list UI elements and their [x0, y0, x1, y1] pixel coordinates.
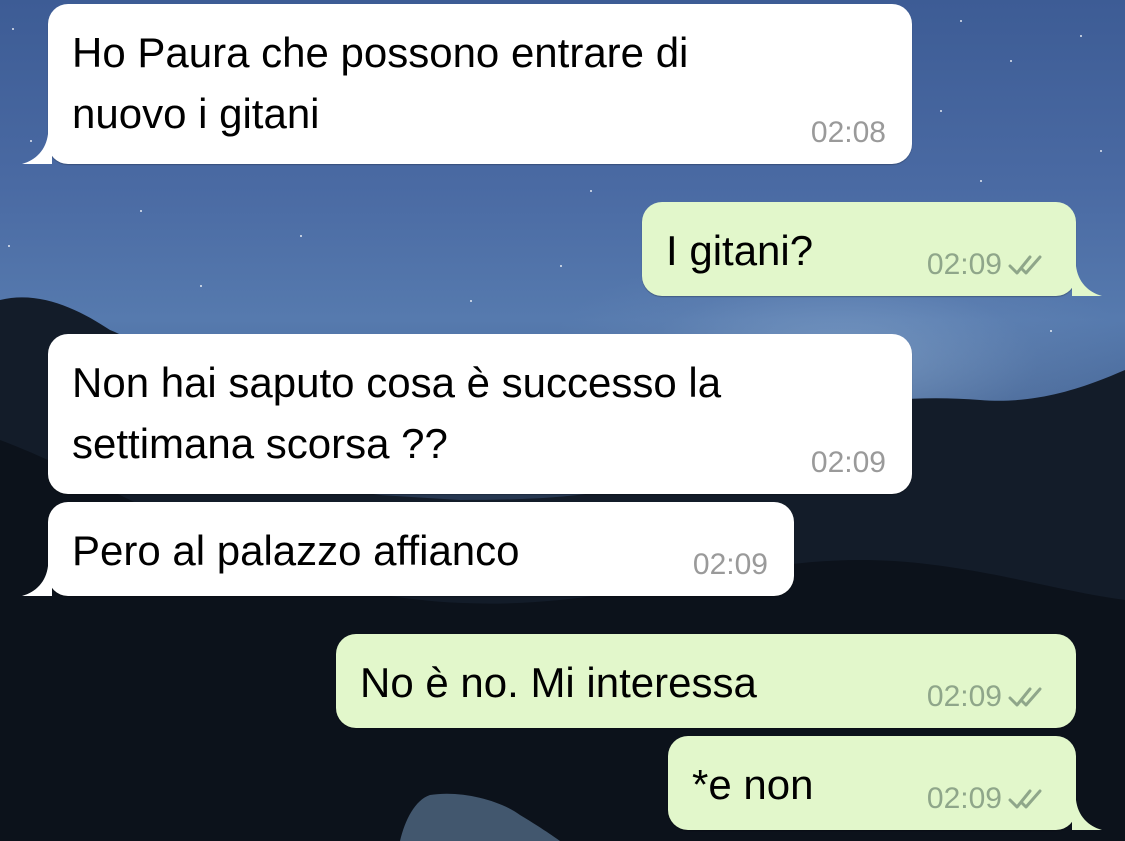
read-double-check-icon	[1008, 789, 1042, 809]
bubble-tail	[22, 566, 52, 596]
star	[1080, 35, 1082, 37]
message-bubble-outgoing[interactable]: *e non 02:09	[668, 736, 1102, 830]
message-meta: 02:09	[927, 248, 1048, 282]
star	[560, 265, 562, 267]
message-text: Non hai saputo cosa è successo la settim…	[72, 359, 722, 467]
message-meta: 02:08	[811, 116, 886, 150]
bubble-tail	[22, 134, 52, 164]
message-timestamp: 02:09	[926, 248, 1002, 281]
read-double-check-icon	[1008, 255, 1042, 275]
star	[940, 110, 942, 112]
message-timestamp: 02:09	[926, 782, 1002, 815]
message-text: Ho Paura che possono entrare di nuovo i …	[72, 29, 689, 137]
message-bubble-incoming[interactable]: Pero al palazzo affianco 02:09	[22, 502, 794, 596]
message-meta: 02:09	[927, 782, 1048, 816]
message-meta: 02:09	[693, 548, 768, 582]
message-timestamp: 02:09	[810, 446, 886, 479]
message-meta: 02:09	[927, 680, 1048, 714]
message-bubble-outgoing[interactable]: I gitani? 02:09	[642, 202, 1102, 296]
star	[960, 20, 962, 22]
star	[590, 190, 592, 192]
star	[8, 245, 10, 247]
message-bubble-incoming[interactable]: Ho Paura che possono entrare di nuovo i …	[22, 4, 912, 164]
star	[1100, 150, 1102, 152]
message-timestamp: 02:09	[926, 680, 1002, 713]
star	[200, 285, 202, 287]
message-bubble-outgoing[interactable]: No è no. Mi interessa 02:09	[336, 634, 1076, 728]
star	[140, 210, 142, 212]
bubble-tail	[1072, 266, 1102, 296]
star	[470, 300, 472, 302]
star	[980, 180, 982, 182]
message-timestamp: 02:08	[810, 116, 886, 149]
message-meta: 02:09	[811, 446, 886, 480]
star	[1050, 330, 1052, 332]
star	[300, 235, 302, 237]
message-bubble-incoming[interactable]: Non hai saputo cosa è successo la settim…	[48, 334, 912, 494]
star	[1010, 60, 1012, 62]
message-text: Pero al palazzo affianco	[72, 527, 520, 574]
star	[12, 28, 14, 30]
bubble-tail	[1072, 800, 1102, 830]
message-timestamp: 02:09	[692, 548, 768, 581]
read-double-check-icon	[1008, 687, 1042, 707]
